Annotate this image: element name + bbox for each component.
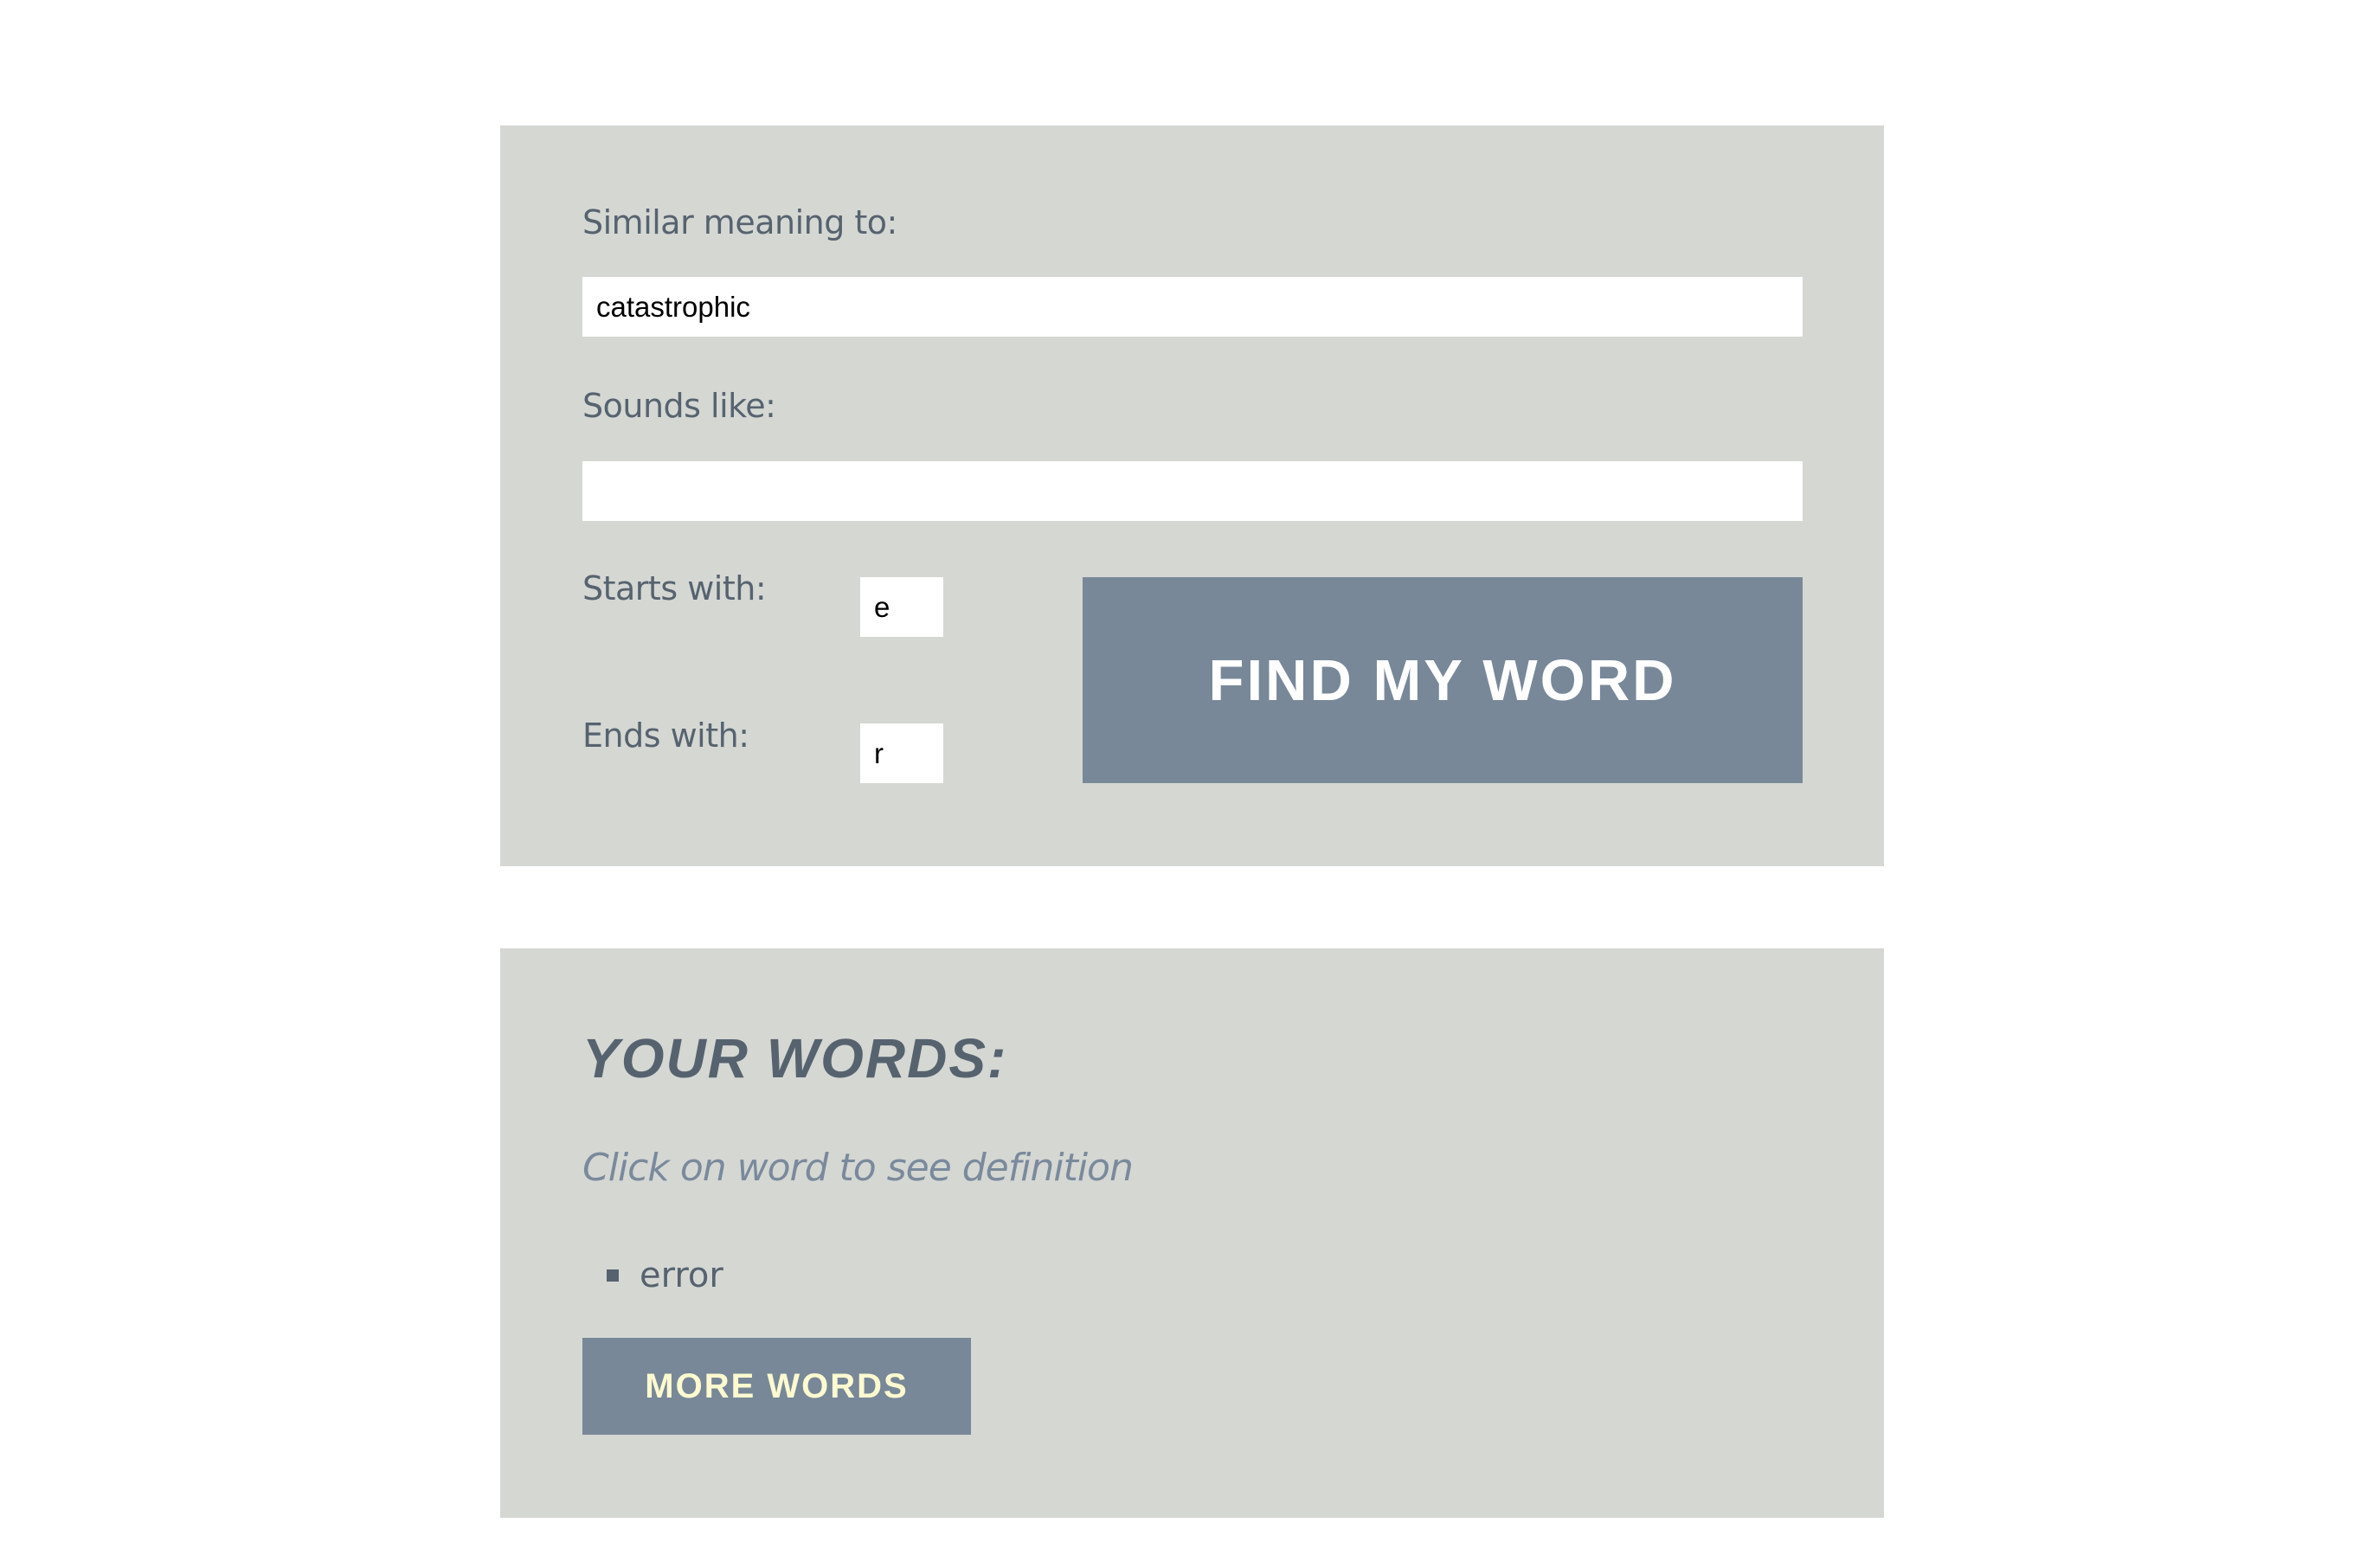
ends-with-label: Ends with: xyxy=(582,717,749,755)
definition-hint: Click on word to see definition xyxy=(582,1146,1134,1190)
starts-with-label: Starts with: xyxy=(582,569,767,607)
similar-meaning-input[interactable] xyxy=(582,277,1803,337)
square-bullet-icon xyxy=(607,1269,619,1282)
starts-with-input[interactable] xyxy=(860,577,943,637)
sounds-like-input[interactable] xyxy=(582,461,1803,521)
ends-with-input[interactable] xyxy=(860,723,943,783)
results-title: YOUR WORDS: xyxy=(582,1027,1008,1089)
find-my-word-button[interactable]: FIND MY WORD xyxy=(1083,577,1803,783)
list-item: error xyxy=(582,1250,723,1301)
word-list: error xyxy=(582,1250,723,1301)
search-form-panel: Similar meaning to: Sounds like: Starts … xyxy=(500,125,1884,866)
word-link[interactable]: error xyxy=(640,1256,723,1295)
similar-meaning-label: Similar meaning to: xyxy=(582,203,897,241)
sounds-like-label: Sounds like: xyxy=(582,387,776,425)
more-words-button[interactable]: MORE WORDS xyxy=(582,1338,971,1435)
results-panel: YOUR WORDS: Click on word to see definit… xyxy=(500,948,1884,1518)
